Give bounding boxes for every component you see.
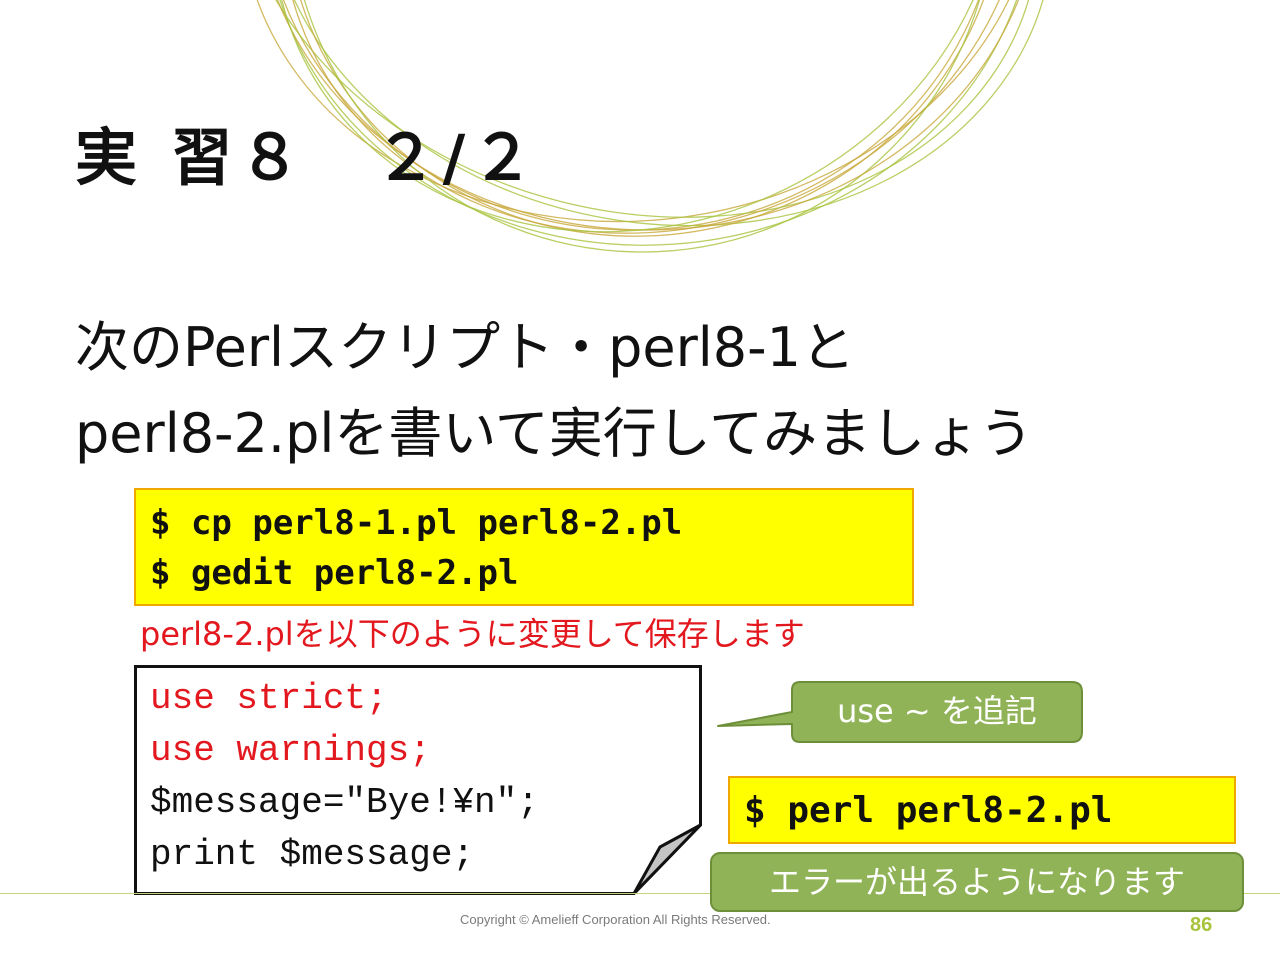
code-line-3: $message="Bye!¥n"; xyxy=(150,782,539,823)
intro-line-1: 次のPerlスクリプト・perl8-1と xyxy=(75,316,855,379)
edit-note: perl8-2.plを以下のように変更して保存します xyxy=(140,615,805,653)
slide-title: 実 習８ ２/２ xyxy=(75,121,540,194)
command-line-1: $ cp perl8-1.pl perl8-2.pl xyxy=(150,503,683,543)
run-command-box: $ perl perl8-2.pl xyxy=(728,776,1236,844)
code-sheet: use strict; use warnings; $message="Bye!… xyxy=(134,665,702,895)
intro-text: 次のPerlスクリプト・perl8-1と perl8-2.plを書いて実行してみ… xyxy=(75,305,1265,477)
callout-text: use ~ を追記 xyxy=(837,692,1037,730)
code-line-2: use warnings; xyxy=(150,730,431,771)
copyright-text: Copyright © Amelieff Corporation All Rig… xyxy=(460,912,771,927)
code-line-1: use strict; xyxy=(150,678,388,719)
page-number: 86 xyxy=(1190,914,1213,936)
code-line-4: print $message; xyxy=(150,834,475,875)
code-lines: use strict; use warnings; $message="Bye!… xyxy=(150,673,539,881)
error-note-badge: エラーが出るようになります xyxy=(710,852,1244,912)
command-line-2: $ gedit perl8-2.pl xyxy=(150,553,519,593)
intro-line-2: perl8-2.plを書いて実行してみましょう xyxy=(75,402,1034,465)
command-box: $ cp perl8-1.pl perl8-2.pl $ gedit perl8… xyxy=(134,488,914,606)
